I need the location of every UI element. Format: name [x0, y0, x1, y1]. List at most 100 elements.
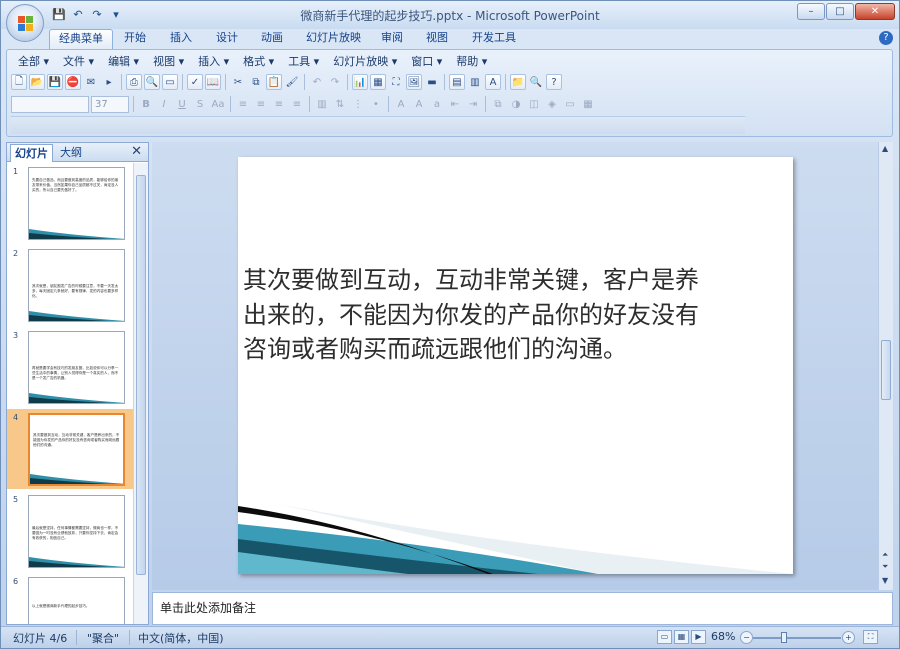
insert-picture-icon[interactable]: 🖼 [406, 74, 422, 90]
thumbnail-slide-5[interactable]: 5 最后就是坚持，任何事情都需要坚持，微商也一样，不要因为一时没有业绩就放弃，只… [7, 491, 133, 571]
permission-icon[interactable]: ⛔ [65, 74, 81, 90]
tab-slide-show[interactable]: 幻灯片放映 [297, 29, 370, 49]
menu-edit[interactable]: 编辑 ▾ [101, 53, 146, 71]
new-icon[interactable]: 🗋 [11, 74, 27, 90]
tab-view[interactable]: 视图 [417, 29, 457, 49]
insert-chart-icon[interactable]: 📊 [352, 74, 368, 90]
next-slide-icon[interactable]: ⏷ [882, 562, 888, 572]
menu-view[interactable]: 视图 ▾ [146, 53, 191, 71]
shape-effects-icon[interactable]: ◑ [508, 96, 524, 112]
insert-table-icon[interactable]: ▦ [370, 74, 386, 90]
tab-review[interactable]: 审阅 [372, 29, 412, 49]
thumbnail-slide-3[interactable]: 3 再就是要学会有技巧的发朋友圈，比如说你可以分享一些生活中的事情，让别人觉得你… [7, 327, 133, 407]
help-icon[interactable]: ? [879, 31, 893, 45]
tab-developer[interactable]: 开发工具 [463, 29, 525, 49]
align-left-icon[interactable]: ≡ [235, 96, 251, 112]
text-box-icon[interactable]: A [485, 74, 501, 90]
numbering-icon[interactable]: ⋮ [350, 96, 366, 112]
decrease-indent-icon[interactable]: ⇤ [447, 96, 463, 112]
office-button[interactable] [6, 4, 44, 42]
panel-scrollbar[interactable] [133, 163, 148, 624]
zoom-in-icon[interactable]: + [842, 631, 855, 644]
align-right-icon[interactable]: ≡ [271, 96, 287, 112]
open-folder-icon[interactable]: 📁 [510, 74, 526, 90]
thumbnail-slide-1[interactable]: 1 先要自己做品，而且要做到高度的品质，能够给你的朋友带来价值，当然如果你自己品… [7, 163, 133, 243]
menu-file[interactable]: 文件 ▾ [56, 53, 101, 71]
editor-scrollbar[interactable]: ▲ ⏶ ⏷ ▼ [878, 142, 893, 590]
email-icon[interactable]: ✉ [83, 74, 99, 90]
print-icon[interactable]: ⎙ [126, 74, 142, 90]
zoom-slider[interactable] [753, 632, 841, 643]
tab-design[interactable]: 设计 [207, 29, 247, 49]
print-preview-icon[interactable]: 🔍 [144, 74, 160, 90]
font-name-combo[interactable] [11, 95, 89, 113]
menu-tools[interactable]: 工具 ▾ [281, 53, 326, 71]
cut-icon[interactable]: ✂ [230, 74, 246, 90]
normal-view-icon[interactable]: ▭ [657, 630, 672, 644]
slide-body-text[interactable]: 其次要做到互动，互动非常关键，客户是养出来的，不能因为你发的产品你的好友没有咨询… [243, 263, 713, 367]
bold-icon[interactable]: B [138, 96, 154, 112]
insert-smartart-icon[interactable]: ⛶ [388, 74, 404, 90]
minimize-button[interactable]: – [797, 3, 825, 20]
tab-classic-menu[interactable]: 经典菜单 [49, 29, 113, 49]
justify-icon[interactable]: ≡ [289, 96, 305, 112]
scrollbar-thumb[interactable] [136, 175, 146, 575]
redo-icon[interactable]: ↷ [327, 74, 343, 90]
spelling-icon[interactable]: ✓ [187, 74, 203, 90]
research-icon[interactable]: 📖 [205, 74, 221, 90]
menu-all[interactable]: 全部 ▾ [11, 53, 56, 71]
shape-outline-icon[interactable]: ◫ [526, 96, 542, 112]
close-panel-button[interactable]: ✕ [131, 144, 142, 159]
menu-help[interactable]: 帮助 ▾ [449, 53, 494, 71]
zoom-out-icon[interactable]: − [740, 631, 753, 644]
previous-slide-icon[interactable]: ⏶ [882, 550, 888, 560]
underline-icon[interactable]: U [174, 96, 190, 112]
tab-slides[interactable]: 幻灯片 [10, 144, 53, 162]
layout-icon[interactable]: ▥ [467, 74, 483, 90]
change-case-icon[interactable]: Aa [210, 96, 226, 112]
undo-icon[interactable]: ↶ [309, 74, 325, 90]
zoom-level[interactable]: 68% [711, 630, 735, 643]
fill-color-icon[interactable]: ◈ [544, 96, 560, 112]
new-slide-icon[interactable]: ▤ [449, 74, 465, 90]
help-icon[interactable]: ? [546, 74, 562, 90]
zoom-slider-knob[interactable] [780, 632, 787, 643]
thumbnail-slide-6[interactable]: 6 以上就是微商新手代理的起步技巧。 [7, 573, 133, 624]
insert-shape-icon[interactable]: ▬ [424, 74, 440, 90]
grow-font-icon[interactable]: A [411, 96, 427, 112]
bullets-icon[interactable]: • [368, 96, 384, 112]
publish-icon[interactable]: ▸ [101, 74, 117, 90]
tab-animations[interactable]: 动画 [252, 29, 292, 49]
increase-indent-icon[interactable]: ⇥ [465, 96, 481, 112]
font-color-icon[interactable]: A [393, 96, 409, 112]
preview-icon[interactable]: ▭ [162, 74, 178, 90]
columns-icon[interactable]: ▥ [314, 96, 330, 112]
menu-window[interactable]: 窗口 ▾ [404, 53, 449, 71]
language-indicator[interactable]: 中文(简体，中国) [138, 630, 224, 646]
thumbnail-slide-2[interactable]: 2 其次就是，朋友圈发广告的时候要注意，不要一天发太多，每天固定几条就好，要有规… [7, 245, 133, 325]
align-center-icon[interactable]: ≡ [253, 96, 269, 112]
thumbnail-slide-4[interactable]: 4 其次要做到互动，互动非常关键，客户是养出来的，不能因为你发的产品你的好友没有… [7, 409, 133, 489]
slide-show-icon[interactable]: ▶ [691, 630, 706, 644]
shrink-font-icon[interactable]: a [429, 96, 445, 112]
italic-icon[interactable]: I [156, 96, 172, 112]
zoom-icon[interactable]: 🔍 [528, 74, 544, 90]
close-button[interactable]: ✕ [855, 3, 895, 20]
scrollbar-thumb[interactable] [881, 340, 891, 400]
menu-insert[interactable]: 插入 ▾ [191, 53, 236, 71]
quick-styles-icon[interactable]: ▦ [580, 96, 596, 112]
scroll-down-icon[interactable]: ▼ [882, 576, 888, 585]
format-painter-icon[interactable]: 🖌 [284, 74, 300, 90]
save-icon[interactable]: 💾 [47, 74, 63, 90]
font-size-combo[interactable]: 37 [91, 95, 129, 113]
tab-insert[interactable]: 插入 [161, 29, 201, 49]
notes-pane[interactable]: 单击此处添加备注 [152, 592, 893, 625]
menu-format[interactable]: 格式 ▾ [236, 53, 281, 71]
slide-sorter-icon[interactable]: ▦ [674, 630, 689, 644]
paste-icon[interactable]: 📋 [266, 74, 282, 90]
copy-icon[interactable]: ⧉ [248, 74, 264, 90]
tab-home[interactable]: 开始 [115, 29, 155, 49]
text-direction-icon[interactable]: ⇅ [332, 96, 348, 112]
shadow-icon[interactable]: S [192, 96, 208, 112]
open-icon[interactable]: 📂 [29, 74, 45, 90]
